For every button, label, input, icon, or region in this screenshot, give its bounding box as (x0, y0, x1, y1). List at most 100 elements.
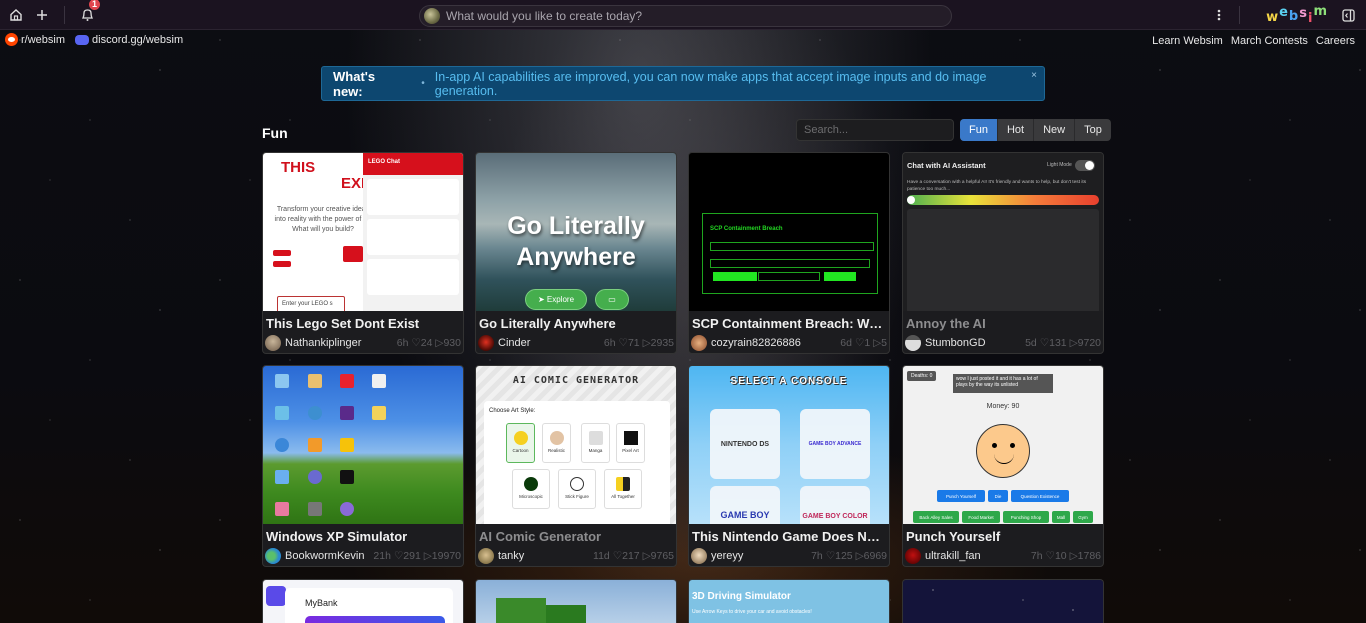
project-card[interactable]: THIS EXI Transform your creative ideas i… (262, 152, 464, 354)
project-card[interactable]: AI COMIC GENERATOR Choose Art Style: Car… (475, 365, 677, 567)
sidebar-toggle-button[interactable] (1336, 3, 1360, 27)
author-name[interactable]: cozyrain82826886 (711, 337, 840, 349)
project-card[interactable]: Windows XP Simulator BookwormKevin 21h ♡… (262, 365, 464, 567)
author-name[interactable]: Cinder (498, 337, 604, 349)
project-card[interactable]: Deaths: 0 wow I just posted it and it ha… (902, 365, 1104, 567)
thumb-style-option: Cartoon (506, 423, 535, 463)
websim-logo[interactable]: websim (1266, 4, 1328, 26)
plus-icon (37, 10, 47, 20)
create-prompt-input[interactable] (446, 9, 926, 23)
project-thumbnail: SCP Containment Breach (689, 153, 889, 311)
desktop-icon (308, 502, 322, 516)
divider (1239, 6, 1241, 24)
author-avatar[interactable] (905, 335, 921, 351)
desktop-icon (340, 406, 354, 420)
new-project-button[interactable] (30, 3, 54, 27)
project-card[interactable]: 3D Driving Simulator Use Arrow Keys to d… (688, 579, 890, 623)
author-name[interactable]: ultrakill_fan (925, 550, 1031, 562)
thumb-field (758, 272, 820, 281)
thumb-anger-knob (907, 196, 915, 204)
card-likes: 125 (835, 550, 853, 562)
card-age: 6d (840, 337, 852, 349)
thumb-tooltip: wow I just posted it and it has a lot of… (953, 374, 1053, 393)
author-avatar[interactable] (691, 548, 707, 564)
thumb-toggle (1075, 160, 1095, 171)
heart-icon: ♡ (1039, 337, 1050, 349)
thumb-heading: Chat with AI Assistant (907, 161, 986, 170)
discord-link[interactable]: discord.gg/websim (75, 34, 183, 46)
project-card[interactable]: SELECT A CONSOLE NINTENDO DS GAME BOY AD… (688, 365, 890, 567)
card-meta: Nathankiplinger 6h ♡24 ▷930 (265, 335, 461, 351)
home-button[interactable] (4, 3, 28, 27)
author-avatar[interactable] (265, 548, 281, 564)
author-name[interactable]: BookwormKevin (285, 550, 373, 562)
tab-fun[interactable]: Fun (960, 119, 998, 141)
learn-websim-link[interactable]: Learn Websim (1152, 35, 1223, 47)
reddit-link[interactable]: r/websim (5, 33, 65, 46)
thumb-voxel-tree (546, 605, 586, 623)
more-menu-button[interactable] (1207, 3, 1231, 27)
thumb-button (713, 272, 757, 281)
desktop-icon (275, 470, 289, 484)
card-views: 9765 (650, 550, 674, 562)
desktop-icon (340, 502, 354, 516)
project-card[interactable]: Go Literally Anywhere ➤ Explore ▭ Go Lit… (475, 152, 677, 354)
card-views: 6969 (863, 550, 887, 562)
close-icon[interactable]: × (1031, 70, 1037, 81)
author-name[interactable]: tanky (498, 550, 593, 562)
notifications-button[interactable]: 1 (75, 0, 100, 27)
project-card[interactable] (902, 579, 1104, 623)
thumb-heading: THIS (281, 159, 316, 176)
thumb-panel: Choose Art Style: Cartoon Realistic Mang… (484, 401, 670, 524)
card-age: 6h (603, 337, 616, 349)
project-card[interactable]: Chat with AI Assistant Light Mode Have a… (902, 152, 1104, 354)
thumb-money: Money: 90 (986, 403, 1020, 410)
careers-link[interactable]: Careers (1316, 35, 1355, 47)
author-name[interactable]: yereyy (711, 550, 811, 562)
card-likes: 10 (1054, 550, 1067, 562)
desktop-icon (372, 406, 386, 420)
author-avatar[interactable] (265, 335, 281, 351)
kebab-icon (1217, 9, 1221, 21)
search-input[interactable] (796, 119, 954, 141)
card-age: 21h (373, 550, 391, 562)
project-thumbnail (263, 366, 463, 524)
thumb-chat-message (367, 219, 459, 255)
thumb-shop: Back Alley Sales (913, 511, 959, 523)
card-views: 19970 (431, 550, 461, 562)
reddit-link-label: r/websim (21, 33, 66, 46)
author-avatar[interactable] (905, 548, 921, 564)
author-avatar[interactable] (478, 335, 494, 351)
march-contests-link[interactable]: March Contests (1231, 35, 1308, 47)
thumb-style-option: Realistic (542, 423, 571, 463)
thumb-label: Choose Art Style: (489, 408, 536, 414)
author-avatar[interactable] (478, 548, 494, 564)
tab-top[interactable]: Top (1075, 119, 1111, 141)
thumb-shop: Food Market (962, 511, 1000, 523)
create-prompt-bar[interactable] (419, 5, 952, 27)
author-avatar[interactable] (691, 335, 707, 351)
card-views: 5 (881, 337, 887, 349)
card-stats: 6h ♡24 ▷930 (397, 337, 461, 349)
card-stats: 21h ♡291 ▷19970 (373, 550, 461, 562)
bullet: • (421, 78, 425, 89)
play-icon: ▷ (1069, 337, 1078, 349)
thumb-action: Punch Yourself (937, 490, 985, 502)
play-icon: ▷ (642, 550, 651, 562)
card-meta: ultrakill_fan 7h ♡10 ▷1786 (905, 548, 1101, 564)
tab-new[interactable]: New (1034, 119, 1076, 141)
banner-message[interactable]: In-app AI capabilities are improved, you… (435, 70, 1044, 98)
author-name[interactable]: StumbonGD (925, 337, 1025, 349)
logo-letter: b (1288, 8, 1300, 24)
logo-letter: w (1266, 9, 1280, 25)
card-title: SCP Containment Breach: We... (692, 316, 886, 331)
thumb-console-tile: GAME BOY (710, 486, 780, 524)
author-name[interactable]: Nathankiplinger (285, 337, 397, 349)
card-likes: 71 (627, 337, 640, 349)
project-card[interactable] (475, 579, 677, 623)
project-card[interactable]: SCP Containment Breach SCP Containment B… (688, 152, 890, 354)
project-card[interactable]: MyBank (262, 579, 464, 623)
thumb-chat-message (367, 259, 459, 295)
bell-icon (81, 9, 93, 21)
tab-hot[interactable]: Hot (998, 119, 1035, 141)
